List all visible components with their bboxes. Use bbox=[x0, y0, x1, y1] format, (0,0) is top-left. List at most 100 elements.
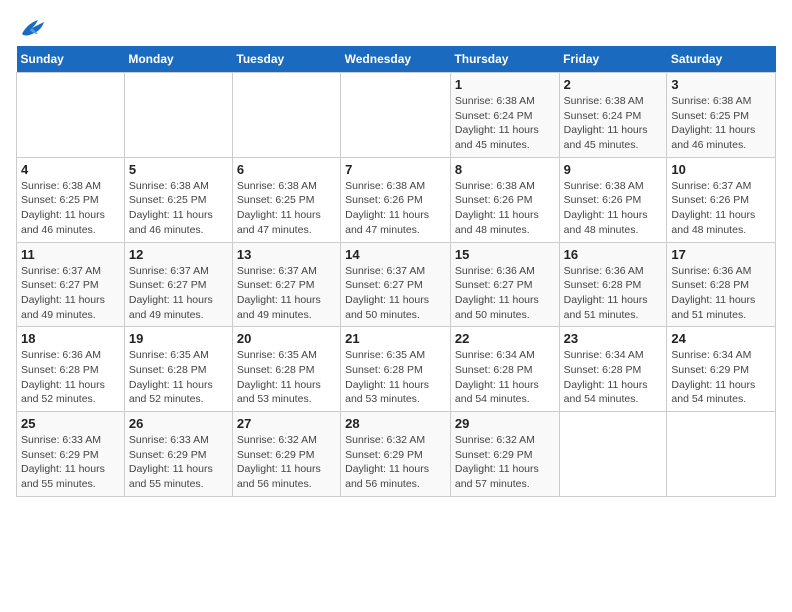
day-info: Sunrise: 6:38 AMSunset: 6:25 PMDaylight:… bbox=[21, 179, 120, 238]
calendar-cell: 1 Sunrise: 6:38 AMSunset: 6:24 PMDaylight… bbox=[450, 73, 559, 158]
calendar-cell: 9Sunrise: 6:38 AMSunset: 6:26 PMDaylight… bbox=[559, 157, 667, 242]
day-number: 27 bbox=[237, 416, 336, 431]
day-info: Sunrise: 6:37 AMSunset: 6:27 PMDaylight:… bbox=[237, 264, 336, 323]
calendar-cell: 10 Sunrise: 6:37 AMSunset: 6:26 PMDayligh… bbox=[667, 157, 776, 242]
calendar-cell: 22 Sunrise: 6:34 AMSunset: 6:28 PMDayligh… bbox=[450, 327, 559, 412]
calendar-cell: 27Sunrise: 6:32 AMSunset: 6:29 PMDayligh… bbox=[232, 412, 340, 497]
calendar-cell bbox=[17, 73, 125, 158]
day-info: Sunrise: 6:34 AMSunset: 6:28 PMDaylight:… bbox=[564, 348, 663, 407]
calendar-cell: 17 Sunrise: 6:36 AMSunset: 6:28 PMDayligh… bbox=[667, 242, 776, 327]
day-info: Sunrise: 6:38 AMSunset: 6:25 PMDaylight:… bbox=[129, 179, 228, 238]
day-number: 4 bbox=[21, 162, 120, 177]
day-info: Sunrise: 6:35 AMSunset: 6:28 PMDaylight:… bbox=[129, 348, 228, 407]
day-number: 13 bbox=[237, 247, 336, 262]
calendar-cell bbox=[232, 73, 340, 158]
day-info: Sunrise: 6:38 AMSunset: 6:25 PMDaylight:… bbox=[671, 94, 771, 153]
day-number: 6 bbox=[237, 162, 336, 177]
day-number: 21 bbox=[345, 331, 446, 346]
calendar-cell: 26 Sunrise: 6:33 AMSunset: 6:29 PMDayligh… bbox=[124, 412, 232, 497]
calendar-cell: 24 Sunrise: 6:34 AMSunset: 6:29 PMDayligh… bbox=[667, 327, 776, 412]
day-info: Sunrise: 6:32 AMSunset: 6:29 PMDaylight:… bbox=[345, 433, 446, 492]
calendar-cell bbox=[559, 412, 667, 497]
day-number: 15 bbox=[455, 247, 555, 262]
day-number: 18 bbox=[21, 331, 120, 346]
day-info: Sunrise: 6:34 AMSunset: 6:29 PMDaylight:… bbox=[671, 348, 771, 407]
dow-header-tuesday: Tuesday bbox=[232, 46, 340, 73]
calendar-week-1: 1 Sunrise: 6:38 AMSunset: 6:24 PMDaylight… bbox=[17, 73, 776, 158]
day-info: Sunrise: 6:36 AMSunset: 6:27 PMDaylight:… bbox=[455, 264, 555, 323]
calendar-cell: 28 Sunrise: 6:32 AMSunset: 6:29 PMDayligh… bbox=[341, 412, 451, 497]
day-number: 10 bbox=[671, 162, 771, 177]
calendar-cell: 20 Sunrise: 6:35 AMSunset: 6:28 PMDayligh… bbox=[232, 327, 340, 412]
day-number: 20 bbox=[237, 331, 336, 346]
day-number: 11 bbox=[21, 247, 120, 262]
calendar-cell: 29Sunrise: 6:32 AMSunset: 6:29 PMDayligh… bbox=[450, 412, 559, 497]
calendar-cell: 15 Sunrise: 6:36 AMSunset: 6:27 PMDayligh… bbox=[450, 242, 559, 327]
day-info: Sunrise: 6:38 AMSunset: 6:24 PMDaylight:… bbox=[564, 94, 663, 153]
day-info: Sunrise: 6:35 AMSunset: 6:28 PMDaylight:… bbox=[345, 348, 446, 407]
day-number: 8 bbox=[455, 162, 555, 177]
day-info: Sunrise: 6:33 AMSunset: 6:29 PMDaylight:… bbox=[129, 433, 228, 492]
day-info: Sunrise: 6:37 AMSunset: 6:27 PMDaylight:… bbox=[129, 264, 228, 323]
calendar-week-5: 25 Sunrise: 6:33 AMSunset: 6:29 PMDayligh… bbox=[17, 412, 776, 497]
logo bbox=[16, 16, 46, 38]
day-number: 25 bbox=[21, 416, 120, 431]
day-number: 3 bbox=[671, 77, 771, 92]
day-info: Sunrise: 6:35 AMSunset: 6:28 PMDaylight:… bbox=[237, 348, 336, 407]
calendar-week-3: 11 Sunrise: 6:37 AMSunset: 6:27 PMDayligh… bbox=[17, 242, 776, 327]
day-number: 23 bbox=[564, 331, 663, 346]
calendar-week-2: 4 Sunrise: 6:38 AMSunset: 6:25 PMDaylight… bbox=[17, 157, 776, 242]
day-info: Sunrise: 6:33 AMSunset: 6:29 PMDaylight:… bbox=[21, 433, 120, 492]
calendar-cell: 23 Sunrise: 6:34 AMSunset: 6:28 PMDayligh… bbox=[559, 327, 667, 412]
calendar-cell: 3 Sunrise: 6:38 AMSunset: 6:25 PMDaylight… bbox=[667, 73, 776, 158]
calendar-cell bbox=[124, 73, 232, 158]
day-info: Sunrise: 6:38 AMSunset: 6:26 PMDaylight:… bbox=[345, 179, 446, 238]
day-number: 14 bbox=[345, 247, 446, 262]
dow-header-thursday: Thursday bbox=[450, 46, 559, 73]
day-number: 12 bbox=[129, 247, 228, 262]
day-info: Sunrise: 6:32 AMSunset: 6:29 PMDaylight:… bbox=[455, 433, 555, 492]
day-number: 1 bbox=[455, 77, 555, 92]
day-number: 24 bbox=[671, 331, 771, 346]
day-info: Sunrise: 6:37 AMSunset: 6:26 PMDaylight:… bbox=[671, 179, 771, 238]
calendar-cell: 25 Sunrise: 6:33 AMSunset: 6:29 PMDayligh… bbox=[17, 412, 125, 497]
day-number: 7 bbox=[345, 162, 446, 177]
calendar-cell: 6 Sunrise: 6:38 AMSunset: 6:25 PMDaylight… bbox=[232, 157, 340, 242]
calendar-table: SundayMondayTuesdayWednesdayThursdayFrid… bbox=[16, 46, 776, 497]
calendar-cell: 18 Sunrise: 6:36 AMSunset: 6:28 PMDayligh… bbox=[17, 327, 125, 412]
dow-header-friday: Friday bbox=[559, 46, 667, 73]
day-number: 2 bbox=[564, 77, 663, 92]
calendar-cell: 13 Sunrise: 6:37 AMSunset: 6:27 PMDayligh… bbox=[232, 242, 340, 327]
calendar-cell: 4 Sunrise: 6:38 AMSunset: 6:25 PMDaylight… bbox=[17, 157, 125, 242]
day-number: 17 bbox=[671, 247, 771, 262]
dow-header-monday: Monday bbox=[124, 46, 232, 73]
calendar-cell: 5 Sunrise: 6:38 AMSunset: 6:25 PMDaylight… bbox=[124, 157, 232, 242]
calendar-cell: 12 Sunrise: 6:37 AMSunset: 6:27 PMDayligh… bbox=[124, 242, 232, 327]
day-info: Sunrise: 6:38 AMSunset: 6:26 PMDaylight:… bbox=[455, 179, 555, 238]
day-number: 26 bbox=[129, 416, 228, 431]
day-info: Sunrise: 6:38 AMSunset: 6:24 PMDaylight:… bbox=[455, 94, 555, 153]
day-number: 5 bbox=[129, 162, 228, 177]
day-info: Sunrise: 6:37 AMSunset: 6:27 PMDaylight:… bbox=[345, 264, 446, 323]
calendar-cell: 8 Sunrise: 6:38 AMSunset: 6:26 PMDaylight… bbox=[450, 157, 559, 242]
page-header bbox=[16, 16, 776, 38]
calendar-week-4: 18 Sunrise: 6:36 AMSunset: 6:28 PMDayligh… bbox=[17, 327, 776, 412]
day-number: 28 bbox=[345, 416, 446, 431]
day-info: Sunrise: 6:34 AMSunset: 6:28 PMDaylight:… bbox=[455, 348, 555, 407]
dow-header-sunday: Sunday bbox=[17, 46, 125, 73]
calendar-cell: 14 Sunrise: 6:37 AMSunset: 6:27 PMDayligh… bbox=[341, 242, 451, 327]
day-number: 16 bbox=[564, 247, 663, 262]
dow-header-wednesday: Wednesday bbox=[341, 46, 451, 73]
calendar-cell bbox=[667, 412, 776, 497]
day-info: Sunrise: 6:36 AMSunset: 6:28 PMDaylight:… bbox=[21, 348, 120, 407]
calendar-cell: 19 Sunrise: 6:35 AMSunset: 6:28 PMDayligh… bbox=[124, 327, 232, 412]
day-info: Sunrise: 6:36 AMSunset: 6:28 PMDaylight:… bbox=[564, 264, 663, 323]
day-number: 19 bbox=[129, 331, 228, 346]
day-info: Sunrise: 6:38 AMSunset: 6:25 PMDaylight:… bbox=[237, 179, 336, 238]
calendar-cell: 2 Sunrise: 6:38 AMSunset: 6:24 PMDaylight… bbox=[559, 73, 667, 158]
day-info: Sunrise: 6:36 AMSunset: 6:28 PMDaylight:… bbox=[671, 264, 771, 323]
logo-bird-icon bbox=[18, 16, 46, 38]
day-number: 9 bbox=[564, 162, 663, 177]
calendar-cell: 16 Sunrise: 6:36 AMSunset: 6:28 PMDayligh… bbox=[559, 242, 667, 327]
day-number: 22 bbox=[455, 331, 555, 346]
